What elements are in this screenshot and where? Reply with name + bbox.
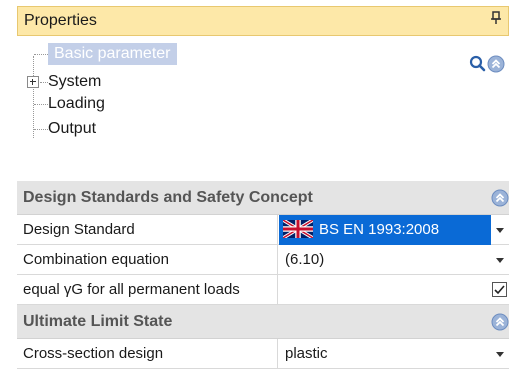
property-row-combination-equation[interactable]: Combination equation (6.10) — [17, 245, 509, 275]
equal-gamma-g-value — [279, 275, 509, 305]
tree-connector — [33, 56, 34, 138]
tree-item-output[interactable]: Output — [48, 118, 96, 140]
property-row-design-standard[interactable]: Design Standard BS EN 1993:2008 — [17, 215, 509, 245]
section-header-design-standards[interactable]: Design Standards and Safety Concept — [17, 181, 509, 215]
cross-section-design-select[interactable]: plastic — [279, 339, 509, 369]
property-row-cross-section-design[interactable]: Cross-section design plastic — [17, 339, 509, 369]
tree-item-label: System — [48, 73, 102, 90]
design-standard-value: BS EN 1993:2008 — [319, 221, 440, 239]
collapse-all-icon[interactable] — [487, 55, 505, 73]
tree-item-label: Basic parameter — [54, 45, 171, 62]
section-header-ultimate-limit-state[interactable]: Ultimate Limit State — [17, 305, 509, 339]
tree-connector — [34, 129, 48, 130]
property-name: equal γG for all permanent loads — [17, 275, 278, 305]
panel-title: Properties — [24, 12, 97, 29]
tree-item-loading[interactable]: Loading — [48, 93, 105, 115]
design-standard-select[interactable]: BS EN 1993:2008 — [279, 215, 491, 245]
navigation-tree: Basic parameter System Loading Output — [24, 42, 444, 152]
properties-panel-header: Properties — [17, 6, 509, 36]
chevron-down-icon[interactable] — [493, 245, 507, 275]
chevron-down-icon[interactable] — [493, 215, 507, 245]
pin-icon[interactable] — [490, 11, 502, 29]
tree-item-system[interactable]: System — [36, 71, 101, 93]
checkmark-icon — [494, 285, 505, 295]
tree-item-label: Output — [48, 120, 97, 137]
property-grid: Design Standards and Safety Concept Desi… — [17, 181, 509, 369]
section-title: Ultimate Limit State — [23, 313, 173, 330]
property-name: Combination equation — [17, 245, 278, 275]
section-title: Design Standards and Safety Concept — [23, 189, 313, 206]
search-icon[interactable] — [469, 55, 487, 73]
property-name: Design Standard — [17, 215, 278, 245]
chevron-down-icon[interactable] — [493, 339, 507, 369]
tree-connector — [34, 54, 48, 55]
property-name: Cross-section design — [17, 339, 278, 369]
equal-gamma-g-checkbox[interactable] — [492, 282, 507, 297]
uk-flag-icon — [283, 219, 313, 238]
tree-connector — [34, 104, 48, 105]
collapse-section-icon[interactable] — [491, 189, 509, 207]
collapse-section-icon[interactable] — [491, 313, 509, 331]
combination-equation-select[interactable]: (6.10) — [279, 245, 509, 275]
tree-item-label: Loading — [48, 95, 105, 112]
tree-item-basic-parameter[interactable]: Basic parameter — [48, 43, 177, 65]
property-row-equal-gamma-g[interactable]: equal γG for all permanent loads — [17, 275, 509, 305]
